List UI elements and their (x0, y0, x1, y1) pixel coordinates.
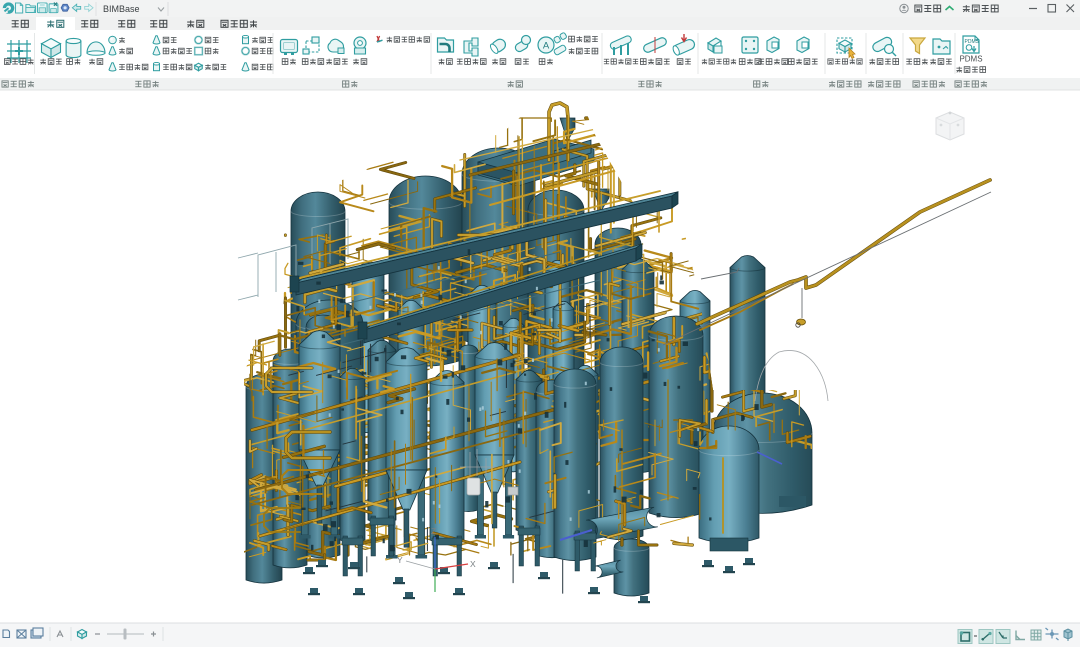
svg-text:PDMS: PDMS (959, 55, 982, 64)
svg-text:X: X (470, 559, 476, 569)
svg-text:Z: Z (431, 526, 436, 536)
svg-text:PDMS: PDMS (965, 39, 980, 45)
svg-text:Y: Y (397, 555, 403, 565)
svg-text:BIMBase: BIMBase (103, 4, 140, 14)
svg-text:A: A (543, 41, 550, 52)
